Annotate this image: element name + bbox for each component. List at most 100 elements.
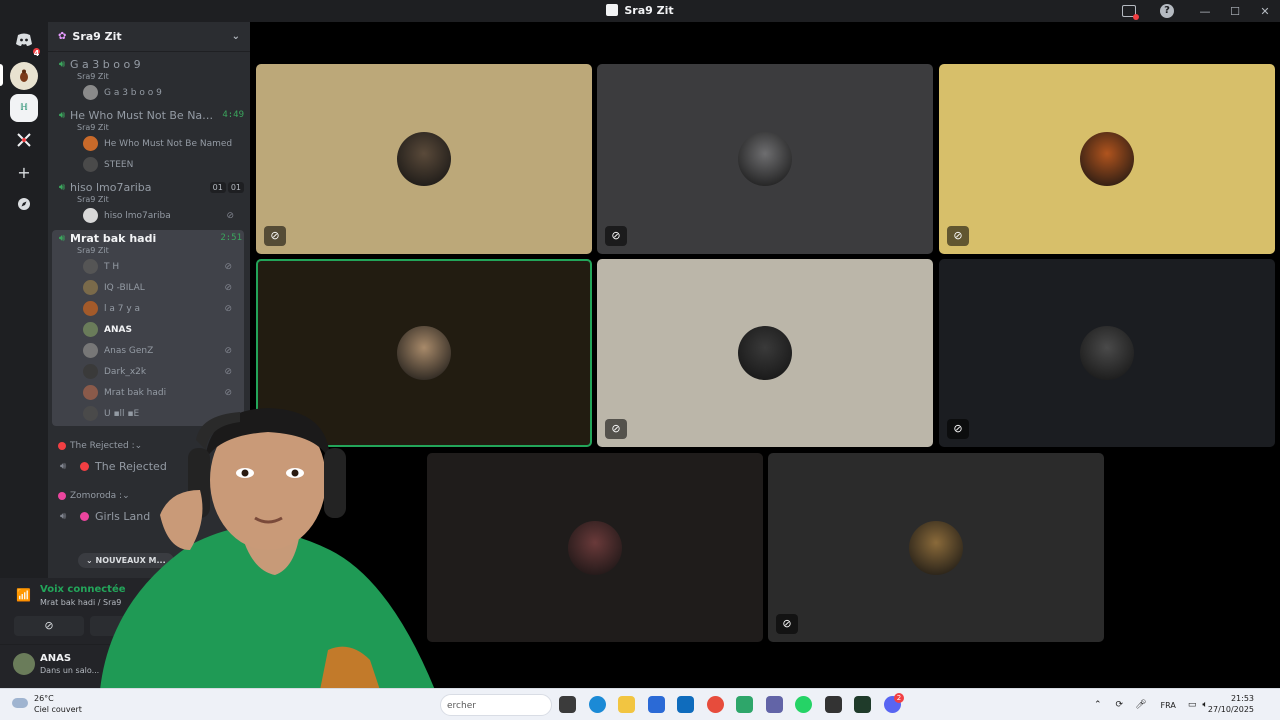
voice-member[interactable]: l a 7 y a ⊘ [54,298,242,319]
voice-channel[interactable]: 🔊︎ G a 3 b o o 9 Sra9 Zit G a 3 b o o 9 [48,56,250,103]
signal-icon[interactable]: 📶 [16,588,31,602]
deafened-icon: ⊘ [605,226,627,246]
voice-member[interactable]: IQ -BILAL ⊘ [54,277,242,298]
speaker-icon: 🔊︎ [58,181,66,193]
minimize-button[interactable]: — [1190,5,1220,18]
inbox-icon[interactable] [1122,5,1139,20]
voice-channel-server: Sra9 Zit [77,195,109,204]
voice-member[interactable]: T H ⊘ [54,256,242,277]
app-dark-icon[interactable] [824,696,842,713]
chevron-down-icon[interactable]: ⌄ [232,31,240,42]
voice-member[interactable]: G a 3 b o o 9 [54,82,244,103]
deafened-icon: ⊘ [947,226,969,246]
task-view-icon[interactable] [559,696,576,713]
voice-member[interactable]: Anas GenZ ⊘ [54,340,242,361]
chrome-icon[interactable] [706,696,724,713]
app-green-icon[interactable] [736,696,753,713]
participant-tile[interactable]: ⊘ [939,64,1275,254]
microphone-icon[interactable]: 🎤︎ [1135,700,1146,710]
direct-messages-button[interactable]: 4 [10,26,42,58]
channel-emoji-icon [80,461,89,471]
member-name: ANAS [104,324,132,335]
clock[interactable]: 21:53 27/10/2025 [1208,693,1254,715]
avatar [83,136,98,151]
deafened-icon: ⊘ [947,419,969,439]
participant-tile[interactable] [427,453,763,642]
member-name: IQ -BILAL [104,282,145,293]
camera-off-button[interactable]: ⊘ [14,616,84,636]
voice-channel-name[interactable]: He Who Must Not Be Nam... [70,109,218,122]
avatar [83,259,98,274]
outlook-icon[interactable] [677,696,694,713]
deafened-icon: ⊘ [224,261,232,272]
voice-channel-name[interactable]: hiso lmo7ariba [70,181,208,194]
windows-taskbar: 26°C Ciel couvert ercher 2 ⌃ ⟳ 🎤︎ FRA ▭ … [0,688,1280,720]
compass-icon [18,198,30,210]
chevron-up-icon[interactable]: ⌃ [1094,700,1102,710]
voice-member[interactable]: Dark_x2k ⊘ [54,361,242,382]
member-name: He Who Must Not Be Named [104,138,233,149]
deafened-icon: ⊘ [226,210,234,221]
clock-date: 27/10/2025 [1207,705,1254,714]
help-icon[interactable]: ? [1160,4,1174,18]
selected-server-pill [0,64,3,86]
voice-channel-list: 🔊︎ G a 3 b o o 9 Sra9 Zit G a 3 b o o 9 🔊︎ He… [48,56,250,426]
deafened-icon: ⊘ [605,419,627,439]
discord-icon [16,33,32,46]
server-2[interactable]: ℍ [10,94,38,122]
participant-avatar [1080,132,1134,186]
title-bar: Sra9 Zit ? — ☐ ✕ [0,0,1280,22]
taskbar-search[interactable]: ercher [440,694,552,716]
voice-member[interactable]: hiso lmo7ariba ⊘ [54,205,244,226]
cloud-icon [12,698,28,708]
server-sra9-zit[interactable] [10,62,38,90]
voice-channel[interactable]: 🔊︎ Mrat bak hadi 2:51 Sra9 Zit T H ⊘ IQ -BILAL… [52,230,244,426]
participant-tile[interactable]: ⊘ [768,453,1104,642]
app-logo-icon [606,4,619,16]
voice-member[interactable]: He Who Must Not Be Named [54,133,244,154]
notification-badge: 4 [31,46,42,58]
whatsapp-icon[interactable] [795,696,812,713]
avatar [83,385,98,400]
language-indicator[interactable]: FRA [1161,701,1176,710]
network-icon[interactable]: ▭ [1188,700,1197,710]
avatar [83,301,98,316]
maximize-button[interactable]: ☐ [1220,5,1250,18]
participant-tile[interactable]: ⊘ [597,259,933,447]
participant-tile[interactable]: ⊘ [256,64,592,254]
member-name: Anas GenZ [104,345,154,356]
voice-channel[interactable]: 🔊︎ hiso lmo7ariba 01 01 Sra9 Zit hiso lmo7ari… [48,179,250,226]
discover-button[interactable] [10,190,38,218]
voice-channel-name[interactable]: Mrat bak hadi [70,232,216,245]
voice-channel-name[interactable]: G a 3 b o o 9 [70,58,244,71]
participant-tile[interactable]: ⊘ [939,259,1275,447]
voice-member[interactable]: STEEN [54,154,244,175]
participant-avatar [397,326,451,380]
user-name[interactable]: ANAS [40,653,71,664]
file-explorer-icon[interactable] [618,696,635,713]
guild-header[interactable]: ✿ Sra9 Zit ⌄ [48,22,250,52]
teams-icon[interactable] [765,696,783,713]
temperature: 26°C [34,694,54,703]
window-controls: ? — ☐ ✕ [1122,0,1280,22]
edge-icon[interactable] [588,696,606,713]
terminal-icon[interactable] [854,696,871,713]
weather-condition: Ciel couvert [34,705,82,714]
server-3[interactable] [10,126,38,154]
add-server-button[interactable]: + [10,158,38,186]
user-avatar[interactable] [13,653,35,675]
member-name: STEEN [104,159,134,170]
deafened-icon: ⊘ [264,226,286,246]
avatar [83,280,98,295]
participant-tile[interactable]: ⊘ [597,64,933,254]
close-button[interactable]: ✕ [1250,5,1280,18]
crossed-swords-icon [17,133,31,147]
avatar [83,208,98,223]
deafened-icon: ⊘ [224,387,232,398]
sync-icon[interactable]: ⟳ [1116,700,1124,710]
voice-channel[interactable]: 🔊︎ He Who Must Not Be Nam... 4:49 Sra9 Zit H… [48,107,250,175]
member-name: Dark_x2k [104,366,147,377]
voice-member[interactable]: ANAS [54,319,242,340]
window-title: Sra9 Zit [0,4,1280,17]
store-icon[interactable] [647,696,665,713]
